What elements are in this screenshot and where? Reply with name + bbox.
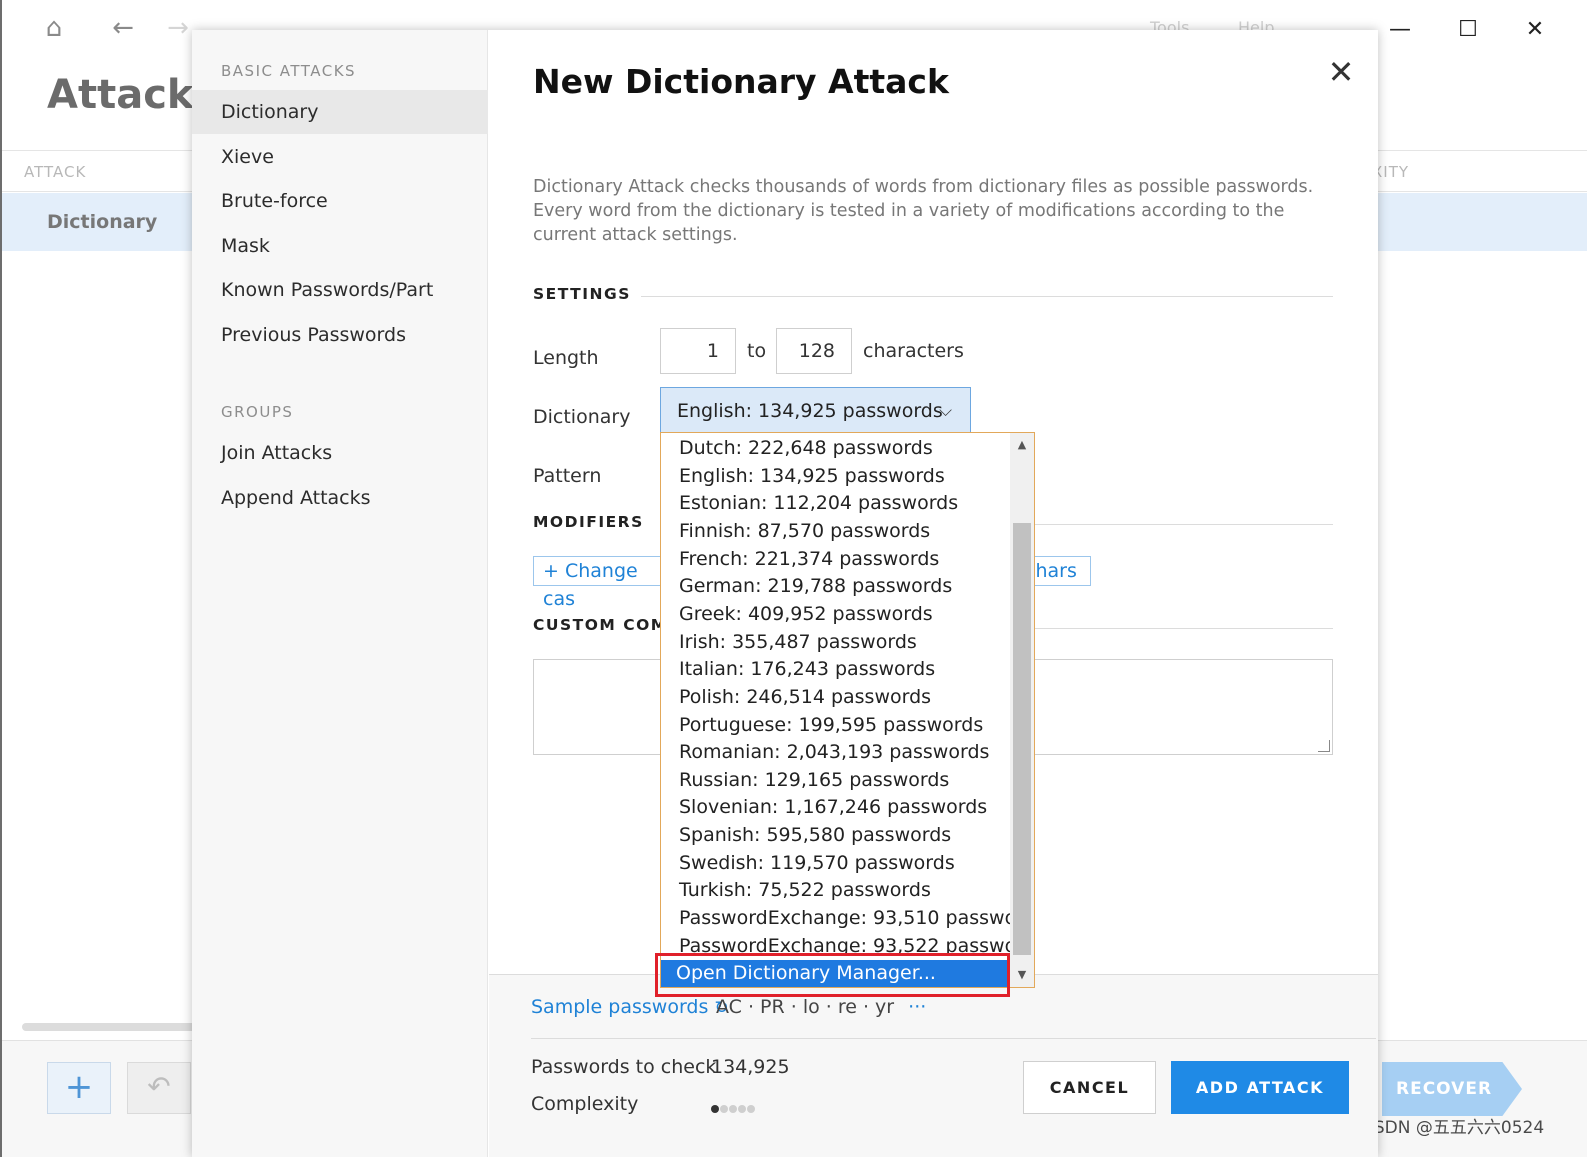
minimize-icon[interactable]: — [1380,10,1420,50]
complexity-dot [747,1105,755,1113]
complexity-dot [738,1105,746,1113]
dropdown-option[interactable]: Irish: 355,487 passwords [661,629,1011,657]
custom-commands-heading: CUSTOM COMI [533,616,675,634]
add-attack-button[interactable]: ADD ATTACK [1171,1061,1349,1114]
length-to-label: to [747,340,767,362]
column-attack[interactable]: ATTACK [24,163,86,181]
dropdown-option[interactable]: Greek: 409,952 passwords [661,601,1011,629]
dictionary-label: Dictionary [533,406,631,428]
dropdown-option[interactable]: French: 221,374 passwords [661,546,1011,574]
complexity-dot [729,1105,737,1113]
divider [641,296,1333,297]
divider [1029,524,1333,525]
passwords-to-check-value: 134,925 [711,1056,790,1078]
length-min-input[interactable]: 1 [660,328,736,374]
attack-type-sidebar: BASIC ATTACKS Dictionary Xieve Brute-for… [192,30,488,1157]
groups-heading: GROUPS [221,403,294,421]
divider [531,1038,1376,1039]
dropdown-option[interactable]: Dutch: 222,648 passwords [661,435,1011,463]
sample-passwords-link[interactable]: Sample passwords ↻ [531,996,729,1018]
more-samples-icon[interactable]: ··· [908,996,926,1018]
dropdown-option[interactable]: Russian: 129,165 passwords [661,767,1011,795]
dropdown-option[interactable]: Romanian: 2,043,193 passwords [661,739,1011,767]
dropdown-option[interactable]: Swedish: 119,570 passwords [661,850,1011,878]
complexity-indicator [711,1098,756,1113]
dropdown-option[interactable]: German: 219,788 passwords [661,573,1011,601]
sidebar-item-append-attacks[interactable]: Append Attacks [192,476,488,520]
dropdown-option[interactable]: Portuguese: 199,595 passwords [661,712,1011,740]
dropdown-option[interactable]: Polish: 246,514 passwords [661,684,1011,712]
dictionary-selected-value: English: 134,925 passwords [677,400,943,422]
dictionary-select[interactable]: English: 134,925 passwords ⌵ [660,387,971,435]
attack-description: Dictionary Attack checks thousands of wo… [533,177,1314,245]
sidebar-item-dictionary[interactable]: Dictionary [192,90,488,134]
sidebar-item-mask[interactable]: Mask [192,224,488,268]
annotation-highlight-box [655,953,1010,997]
scrollbar-thumb[interactable] [1013,523,1031,955]
sidebar-item-known-passwords[interactable]: Known Passwords/Part [192,268,488,312]
cancel-button[interactable]: CANCEL [1023,1061,1156,1114]
pattern-label: Pattern [533,465,602,487]
dropdown-option[interactable]: Turkish: 75,522 passwords [661,877,1011,905]
dropdown-option[interactable]: PasswordExchange: 93,510 passwords [661,905,1011,933]
resize-grip-icon[interactable] [1318,740,1330,752]
passwords-to-check-label: Passwords to check [531,1056,717,1078]
settings-heading: SETTINGS [533,285,631,303]
sidebar-item-brute-force[interactable]: Brute-force [192,179,488,223]
horizontal-scrollbar[interactable] [22,1023,197,1031]
scroll-up-icon[interactable]: ▲ [1010,433,1034,457]
forward-arrow-icon[interactable]: → [162,12,194,44]
dropdown-option[interactable]: Estonian: 112,204 passwords [661,490,1011,518]
basic-attacks-heading: BASIC ATTACKS [221,62,357,80]
complexity-dot [720,1105,728,1113]
dropdown-option[interactable]: Spanish: 595,580 passwords [661,822,1011,850]
undo-button[interactable]: ↶ [127,1062,191,1114]
length-label: Length [533,347,599,369]
dropdown-option[interactable]: Italian: 176,243 passwords [661,656,1011,684]
window-close-icon[interactable]: ✕ [1515,10,1555,50]
dropdown-option[interactable]: Finnish: 87,570 passwords [661,518,1011,546]
length-unit-label: characters [863,340,964,362]
sample-values-text: AC · PR · lo · re · yr [716,996,895,1018]
recover-button[interactable]: RECOVER [1382,1062,1522,1116]
length-max-input[interactable]: 128 [776,328,852,374]
complexity-label: Complexity [531,1093,639,1115]
home-icon[interactable]: ⌂ [38,12,70,44]
sidebar-item-previous-passwords[interactable]: Previous Passwords [192,313,488,357]
dropdown-option[interactable]: Slovenian: 1,167,246 passwords [661,794,1011,822]
chevron-down-icon: ⌵ [939,401,952,421]
add-attack-plus-button[interactable]: + [47,1062,111,1114]
close-icon[interactable]: ✕ [1321,52,1361,92]
dropdown-scrollbar[interactable]: ▲ ▼ [1010,433,1034,987]
complexity-dot [711,1105,719,1113]
scroll-down-icon[interactable]: ▼ [1010,963,1034,987]
back-arrow-icon[interactable]: ← [107,12,139,44]
sample-passwords-label: Sample passwords [531,996,709,1018]
change-case-button[interactable]: + Change cas [533,556,663,610]
sidebar-item-xieve[interactable]: Xieve [192,135,488,179]
divider [1029,628,1333,629]
dialog-title: New Dictionary Attack [533,62,949,101]
watermark: CSDN @五五六六0524 [1362,1118,1545,1138]
dictionary-dropdown-list[interactable]: Dutch: 222,648 passwords English: 134,925… [660,432,1035,988]
sample-passwords-values: AC · PR · lo · re · yr ··· [716,996,926,1018]
dropdown-option[interactable]: English: 134,925 passwords [661,463,1011,491]
sidebar-item-join-attacks[interactable]: Join Attacks [192,431,488,475]
maximize-icon[interactable]: ☐ [1448,10,1488,50]
row-attack-name: Dictionary [47,211,158,233]
modifiers-heading: MODIFIERS [533,513,644,531]
